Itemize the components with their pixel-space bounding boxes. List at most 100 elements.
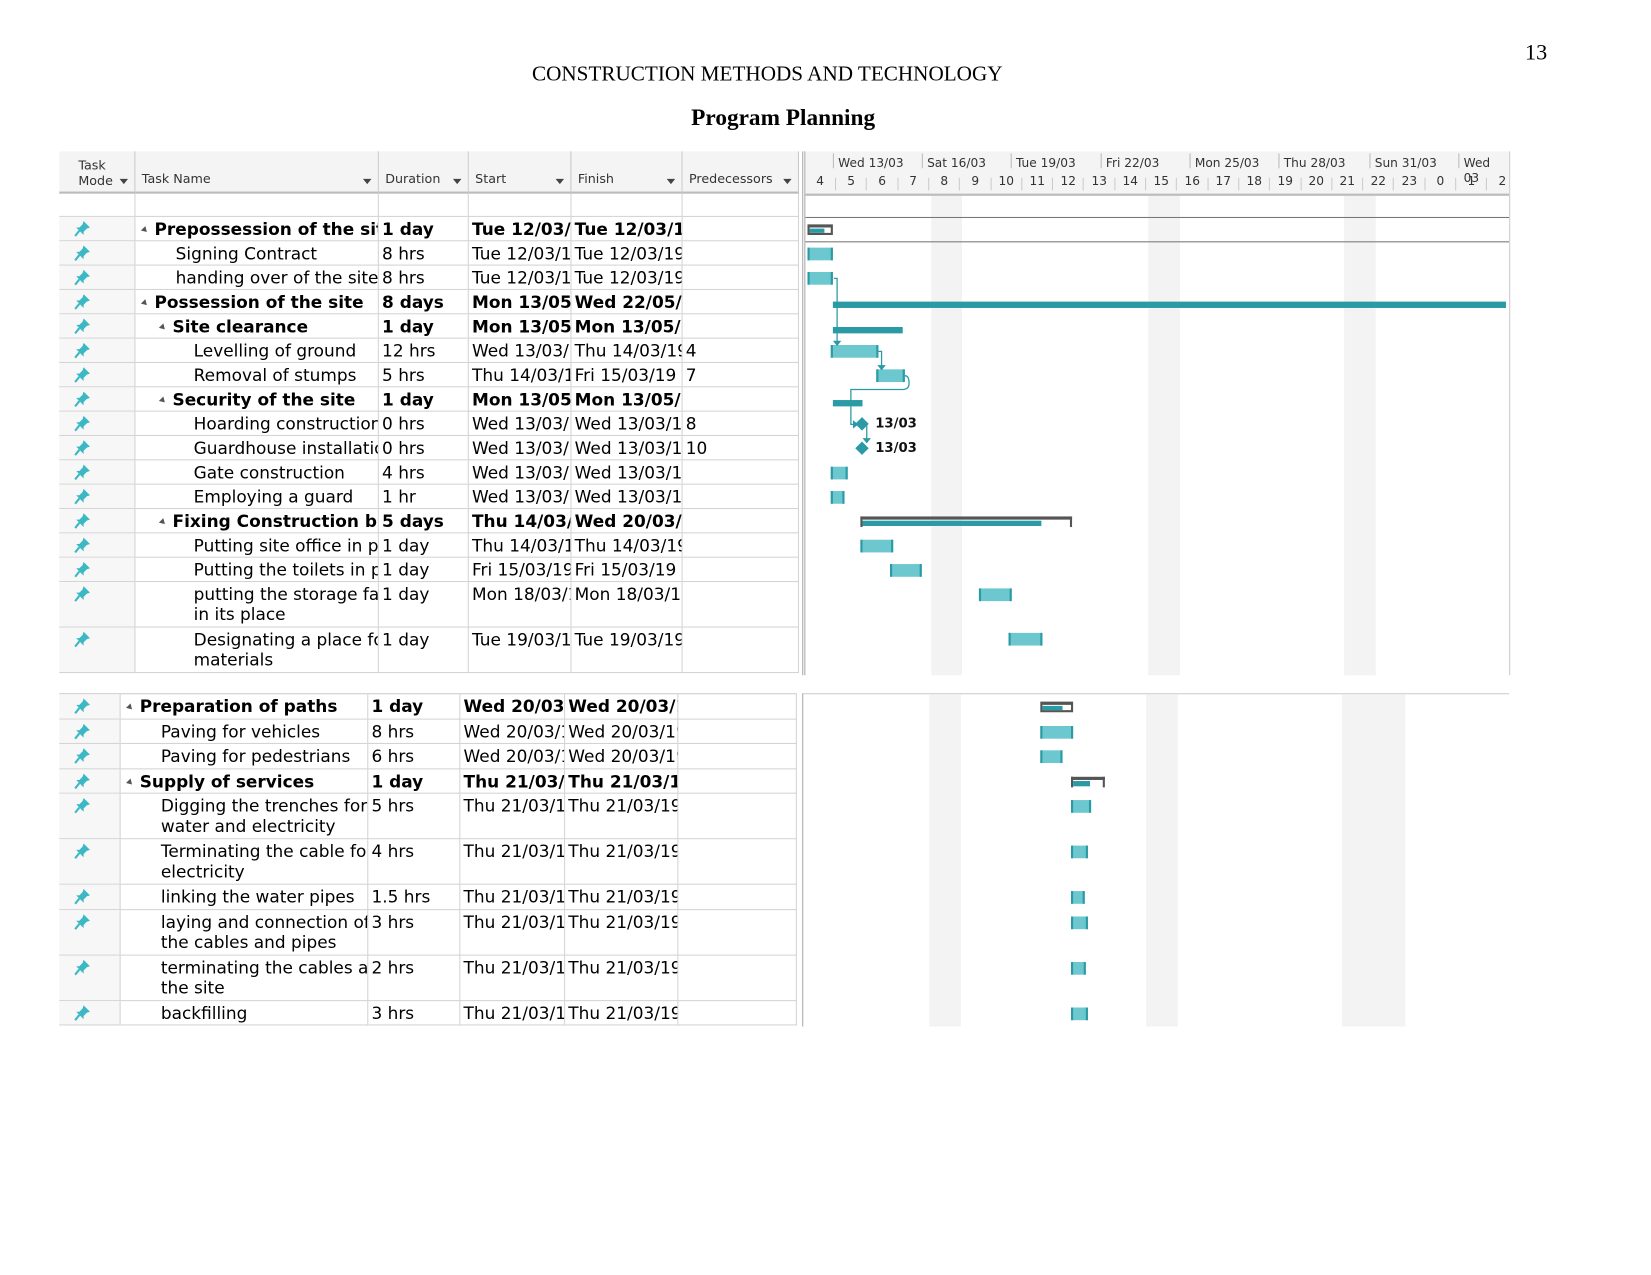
cell-name[interactable]: laying and connection of the cables and p… bbox=[120, 909, 369, 956]
dropdown-arrow-icon[interactable] bbox=[452, 178, 462, 185]
cell-start[interactable]: Mon 18/03/19 bbox=[468, 582, 572, 628]
cell-name[interactable]: putting the storage facilityin its place bbox=[135, 582, 379, 628]
cell-duration[interactable]: 1 day bbox=[368, 768, 461, 794]
cell-finish[interactable]: Wed 22/05/19 bbox=[571, 289, 683, 315]
cell-pred[interactable] bbox=[682, 509, 800, 534]
task-bar[interactable] bbox=[1040, 725, 1074, 739]
cell-pred[interactable] bbox=[682, 557, 800, 583]
cell-finish[interactable]: Tue 12/03/19 bbox=[571, 241, 683, 266]
column-header-task_mode[interactable]: Task Mode bbox=[59, 151, 136, 194]
task-bar[interactable] bbox=[1070, 1007, 1088, 1021]
cell-duration[interactable]: 8 hrs bbox=[378, 241, 469, 266]
cell-name[interactable]: Fixing Construction buildings bbox=[135, 509, 379, 534]
cell-name[interactable]: Removal of stumps bbox=[135, 362, 379, 388]
cell-start[interactable]: Tue 12/03/19 bbox=[468, 241, 572, 266]
cell-pred[interactable]: 7 bbox=[682, 362, 800, 388]
cell-finish[interactable]: Tue 12/03/19 bbox=[571, 216, 683, 242]
cell-finish[interactable]: Mon 13/05/19 bbox=[571, 387, 683, 412]
cell-finish[interactable]: Wed 13/03/19 bbox=[571, 411, 683, 437]
cell-pred[interactable] bbox=[678, 1000, 797, 1026]
cell-finish[interactable]: Thu 21/03/19 bbox=[565, 1000, 679, 1026]
cell-finish[interactable]: Thu 21/03/19 bbox=[565, 768, 679, 794]
cell-pred[interactable] bbox=[682, 582, 800, 628]
cell-duration[interactable]: 1 day bbox=[378, 314, 469, 339]
cell-start[interactable]: Mon 13/05/19 bbox=[468, 289, 572, 315]
collapse-triangle-icon[interactable] bbox=[126, 777, 135, 787]
cell-duration[interactable]: 1.5 hrs bbox=[368, 884, 461, 910]
cell-finish[interactable]: Thu 21/03/19 bbox=[565, 909, 679, 956]
column-header-finish[interactable]: Finish bbox=[571, 151, 683, 194]
cell-start[interactable]: Wed 13/03/19 bbox=[468, 460, 572, 485]
cell-pred[interactable] bbox=[682, 265, 800, 290]
cell-name[interactable]: terminating the cables at the site bbox=[120, 955, 369, 1001]
cell-finish[interactable]: Tue 19/03/19 bbox=[571, 627, 683, 674]
cell-duration[interactable]: 1 day bbox=[378, 387, 469, 412]
column-header-task_name[interactable]: Task Name bbox=[135, 151, 379, 194]
cell-start[interactable]: Wed 20/03/19 bbox=[460, 743, 566, 769]
cell-name[interactable]: Designating a place for materials bbox=[135, 627, 379, 674]
cell-name[interactable]: Security of the site bbox=[135, 387, 379, 412]
cell-start[interactable]: Wed 20/03/19 bbox=[460, 719, 566, 744]
task-bar[interactable] bbox=[1070, 800, 1092, 813]
cell-start[interactable]: Wed 13/03/19 bbox=[468, 338, 572, 363]
cell-name[interactable]: Preparation of paths bbox=[120, 694, 369, 720]
cell-finish[interactable]: Fri 15/03/19 bbox=[571, 362, 683, 388]
cell-finish[interactable]: Thu 21/03/19 bbox=[565, 884, 679, 910]
cell-pred[interactable] bbox=[678, 768, 797, 794]
collapse-triangle-icon[interactable] bbox=[140, 226, 150, 235]
column-header-predecessors[interactable]: Predecessors bbox=[682, 151, 800, 194]
cell-finish[interactable]: Wed 20/03/19 bbox=[565, 743, 679, 769]
cell-duration[interactable]: 1 day bbox=[378, 533, 469, 558]
cell-name[interactable]: Terminating the cable for electricity bbox=[120, 839, 369, 885]
cell-name[interactable]: Signing Contract bbox=[135, 241, 379, 266]
cell-finish[interactable]: Mon 13/05/19 bbox=[571, 314, 683, 339]
cell-finish[interactable]: Thu 21/03/19 bbox=[565, 793, 679, 840]
cell-pred[interactable] bbox=[682, 533, 800, 558]
cell-start[interactable]: Thu 21/03/19 bbox=[460, 768, 566, 794]
cell-name[interactable]: Levelling of ground bbox=[135, 338, 379, 363]
cell-pred[interactable] bbox=[678, 909, 797, 956]
cell-pred[interactable] bbox=[682, 484, 800, 510]
cell-start[interactable]: Thu 21/03/19 bbox=[460, 909, 566, 956]
cell-start[interactable]: Thu 14/03/19 bbox=[468, 533, 572, 558]
dropdown-arrow-icon[interactable] bbox=[555, 178, 565, 185]
cell-pred[interactable] bbox=[682, 216, 800, 242]
cell-duration[interactable]: 3 hrs bbox=[368, 1000, 461, 1026]
dropdown-arrow-icon[interactable] bbox=[362, 178, 372, 185]
dropdown-arrow-icon[interactable] bbox=[783, 178, 792, 185]
cell-pred[interactable] bbox=[678, 694, 797, 720]
cell-start[interactable]: Thu 21/03/19 bbox=[460, 793, 566, 840]
cell-duration[interactable]: 1 day bbox=[378, 627, 469, 674]
cell-pred[interactable] bbox=[678, 743, 797, 769]
cell-duration[interactable]: 1 day bbox=[368, 694, 461, 720]
cell-pred[interactable] bbox=[678, 839, 797, 885]
cell-duration[interactable]: 4 hrs bbox=[368, 839, 461, 885]
cell-finish[interactable]: Wed 20/03/19 bbox=[565, 694, 679, 720]
cell-start[interactable]: Thu 14/03/19 bbox=[468, 362, 572, 388]
collapse-triangle-icon[interactable] bbox=[126, 703, 135, 712]
cell-name[interactable]: Putting the toilets in place bbox=[135, 557, 379, 583]
cell-pred[interactable] bbox=[682, 627, 800, 674]
cell-duration[interactable]: 1 day bbox=[378, 216, 469, 242]
cell-name[interactable]: Hoarding construction bbox=[135, 411, 379, 437]
cell-finish[interactable]: Thu 21/03/19 bbox=[565, 955, 679, 1001]
cell-duration[interactable]: 8 hrs bbox=[368, 719, 461, 744]
cell-start[interactable]: Thu 21/03/19 bbox=[460, 1000, 566, 1026]
cell-pred[interactable] bbox=[678, 719, 797, 744]
cell-duration[interactable]: 8 days bbox=[378, 289, 469, 315]
cell-start[interactable]: Mon 13/05/19 bbox=[468, 314, 572, 339]
cell-duration[interactable]: 5 hrs bbox=[378, 362, 469, 388]
cell-duration[interactable]: 6 hrs bbox=[368, 743, 461, 769]
cell-start[interactable]: Tue 19/03/19 bbox=[468, 627, 572, 674]
cell-pred[interactable] bbox=[678, 793, 797, 840]
cell-start[interactable]: Tue 12/03/19 bbox=[468, 265, 572, 290]
cell-pred[interactable] bbox=[682, 387, 800, 412]
cell-start[interactable]: Thu 14/03/19 bbox=[468, 509, 572, 534]
cell-duration[interactable]: 5 hrs bbox=[368, 793, 461, 840]
cell-duration[interactable]: 1 hr bbox=[378, 484, 469, 510]
column-header-duration[interactable]: Duration bbox=[378, 151, 469, 194]
cell-start[interactable]: Thu 21/03/19 bbox=[460, 955, 566, 1001]
cell-duration[interactable]: 8 hrs bbox=[378, 265, 469, 290]
cell-finish[interactable]: Thu 14/03/19 bbox=[571, 533, 683, 558]
column-header-start[interactable]: Start bbox=[468, 151, 572, 194]
